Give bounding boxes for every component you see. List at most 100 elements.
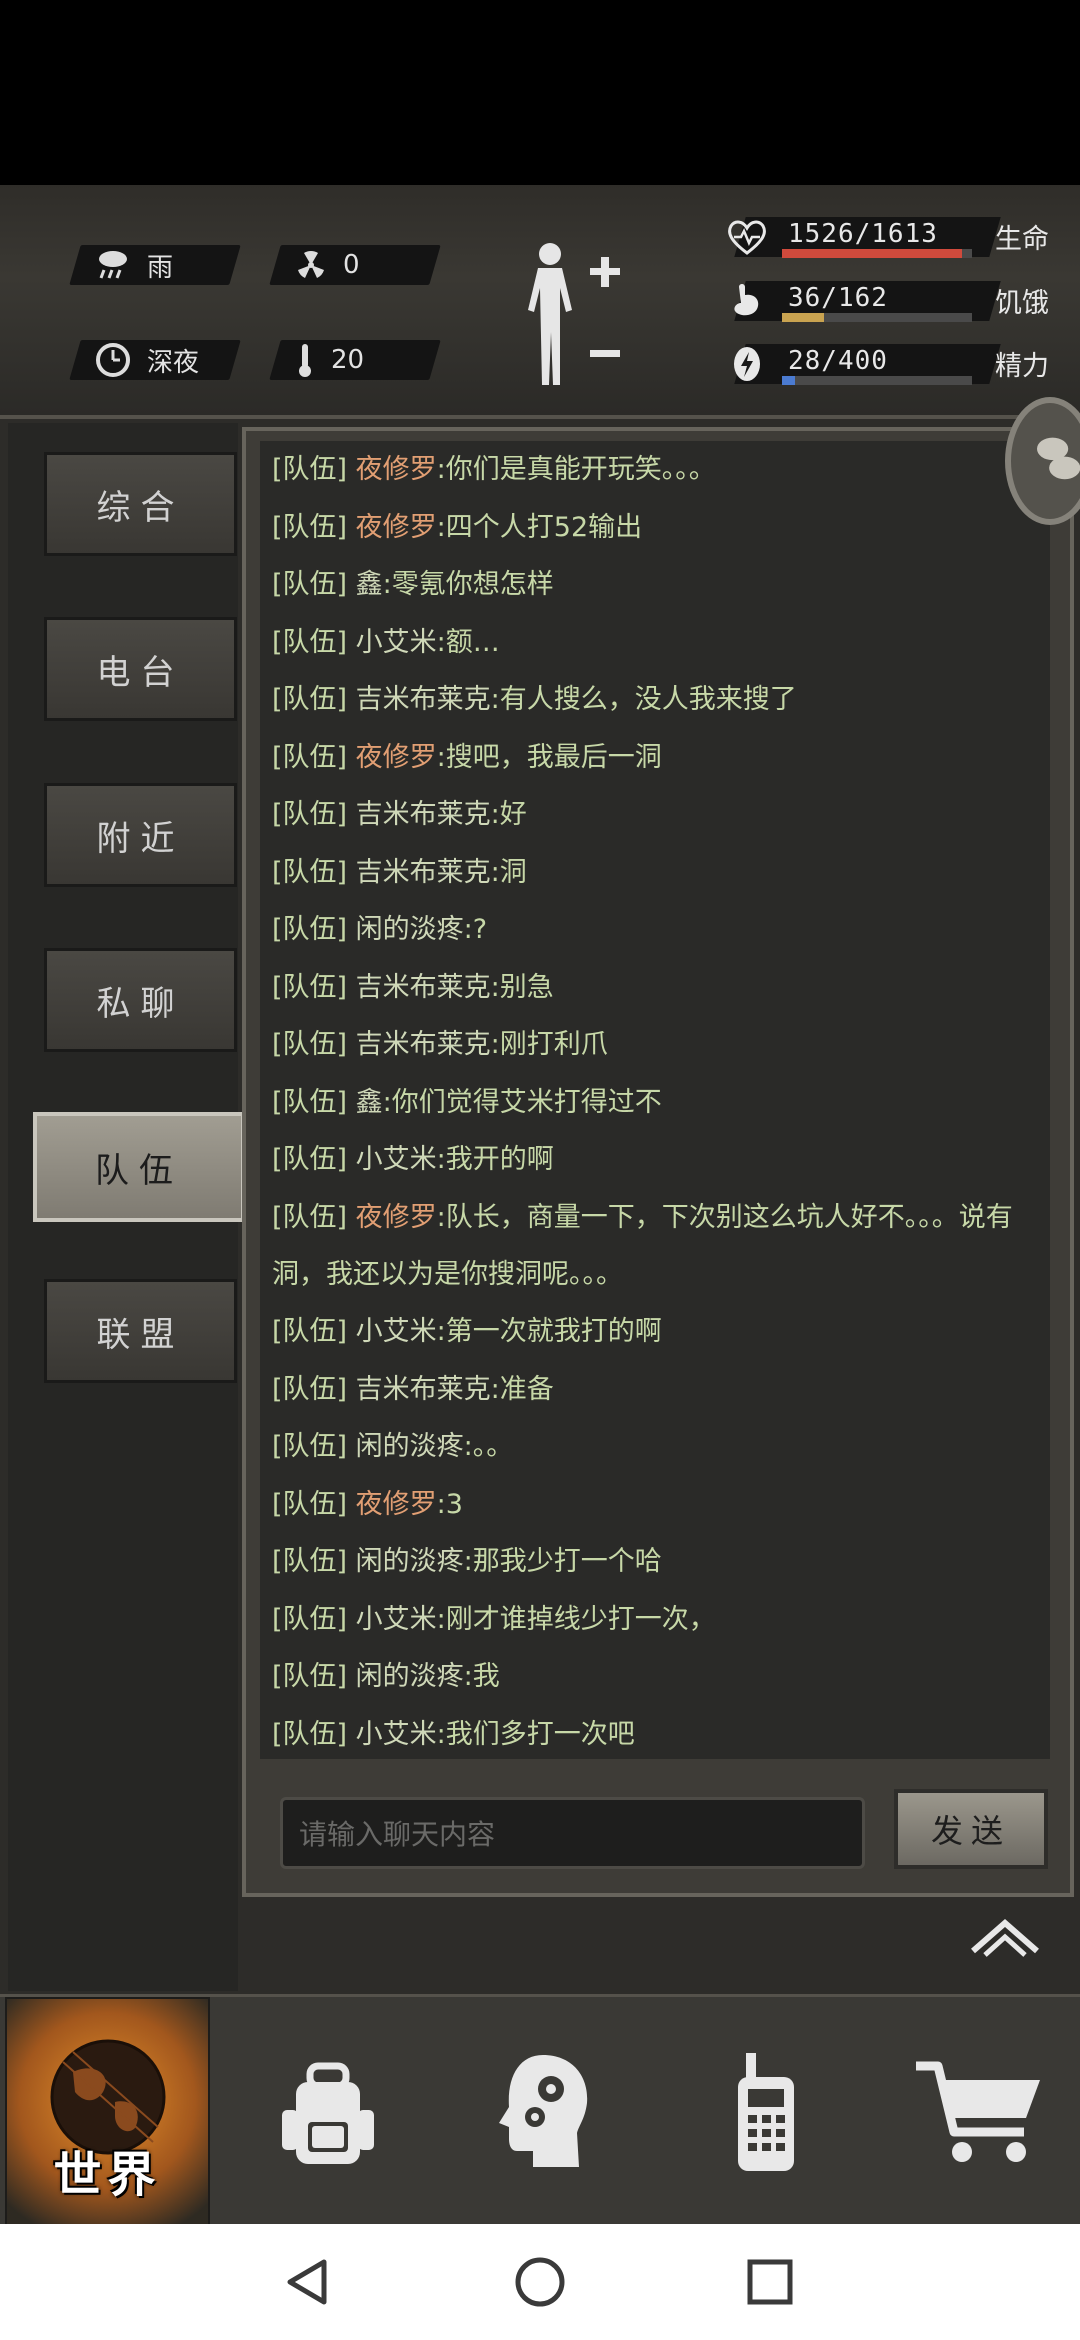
skills-head-icon [498,2055,587,2167]
message-text: :你们觉得艾米打得过不 [382,1086,662,1118]
back-icon[interactable] [280,2254,336,2310]
nav-shop[interactable] [875,1997,1080,2227]
backpack-icon [281,2062,374,2164]
message-text: :第一次就我打的啊 [436,1316,662,1347]
rain-icon [99,251,127,279]
tab-nearby[interactable]: 附近 [44,783,237,887]
channel-tag: [队伍] [272,1201,348,1233]
thermometer-icon [299,344,311,377]
chat-message: [队伍] 小艾米:第一次就我打的啊 [272,1303,1050,1360]
message-text: :3 [436,1488,463,1520]
chat-message: [队伍] 吉米布莱克:好 [272,786,1050,843]
sender-name[interactable]: 鑫 [356,569,383,600]
sender-name[interactable]: 夜修罗 [356,1489,437,1520]
radiation-icon [298,250,324,278]
sender-name[interactable]: 吉米布莱克 [356,1374,491,1405]
clock-icon [96,343,130,377]
message-text: :刚打利爪 [490,1029,608,1060]
recents-icon[interactable] [742,2254,798,2310]
message-text: :四个人打52输出 [436,511,643,543]
health-bar [782,249,962,258]
health-label: 生命 [995,224,1049,255]
chat-message: [队伍] 闲的淡疼:那我少打一个哈 [272,1533,1050,1590]
walkie-talkie-icon [737,2053,794,2171]
collapse-up-icon[interactable] [965,1911,1045,1961]
channel-tag: [队伍] [272,454,348,485]
sender-name[interactable]: 吉米布莱克 [356,972,491,1003]
sender-name[interactable]: 闲的淡疼 [356,914,464,945]
message-text: :? [463,914,488,945]
nav-skills[interactable] [438,1997,643,2227]
temperature-indicator: 20 [269,340,441,380]
message-text: :搜吧，我最后一洞 [436,741,662,773]
nav-backpack[interactable] [225,1997,430,2227]
chat-message: [队伍] 吉米布莱克:刚打利爪 [272,1016,1050,1073]
sender-name[interactable]: 夜修罗 [356,1202,437,1233]
chat-message: [队伍] 鑫:你们觉得艾米打得过不 [272,1074,1050,1131]
chat-message: [队伍] 吉米布莱克:有人搜么，没人我来搜了 [272,671,1050,728]
channel-tag: [队伍] [272,684,348,715]
channel-tag: [队伍] [272,1086,348,1118]
chat-message: [队伍] 夜修罗:队长，商量一下，下次别这么坑人好不。。。说有洞，我还以为是你搜… [272,1189,1050,1303]
home-icon[interactable] [512,2254,568,2310]
sender-name[interactable]: 闲的淡疼 [356,1431,464,1462]
channel-tag: [队伍] [272,1488,348,1520]
body-status-icon[interactable] [520,240,630,390]
sender-name[interactable]: 闲的淡疼 [356,1661,464,1692]
tab-radio[interactable]: 电台 [44,617,237,721]
tab-alliance[interactable]: 联盟 [44,1279,237,1383]
hunger-label: 饥饿 [995,288,1049,319]
channel-tag: [队伍] [272,1144,348,1175]
heart-icon [728,220,766,255]
sender-name[interactable]: 吉米布莱克 [356,1029,491,1060]
channel-tag: [队伍] [272,1029,348,1060]
message-text: :零氪你想怎样 [382,569,554,600]
radiation-indicator: 0 [269,245,441,285]
status-bar-area [0,0,1080,185]
chat-message: [队伍] 吉米布莱克:别急 [272,959,1050,1016]
sender-name[interactable]: 鑫 [356,1087,383,1118]
nav-radio[interactable] [663,1997,868,2227]
system-nav-bar [0,2224,1080,2340]
message-text: :有人搜么，没人我来搜了 [490,684,797,715]
sender-name[interactable]: 闲的淡疼 [356,1546,464,1577]
tab-team[interactable]: 队伍 [33,1112,245,1222]
radiation-value: 0 [343,250,360,280]
channel-tag: [队伍] [272,1718,348,1750]
message-list[interactable]: [队伍] 夜修罗:你们是真能开玩笑。。。 [队伍] 夜修罗:四个人打52输出 [队伍… [260,441,1050,1759]
sender-name[interactable]: 小艾米 [356,1144,437,1175]
chat-box: [队伍] 夜修罗:你们是真能开玩笑。。。 [队伍] 夜修罗:四个人打52输出 [队伍… [242,427,1074,1897]
sender-name[interactable]: 小艾米 [356,627,437,658]
chat-message: [队伍] 小艾米:额… [272,614,1050,671]
chat-input[interactable]: 请输入聊天内容 [280,1797,865,1869]
chat-message: [队伍] 吉米布莱克:洞 [272,844,1050,901]
temperature-value: 20 [331,345,365,375]
chat-message: [队伍] 闲的淡疼:。。 [272,1418,1050,1475]
status-header: 雨 0 深夜 20 1526/1613 生命 36/162 饥饿 28/400 … [0,185,1080,419]
chat-panel: 综合 电台 附近 私聊 队伍 联盟 [队伍] 夜修罗:你们是真能开玩笑。。。 [队… [0,397,1080,1994]
channel-tag: [队伍] [272,1316,348,1347]
weather-indicator: 雨 [69,245,241,285]
hunger-bar [782,313,825,322]
send-button[interactable]: 发送 [894,1789,1048,1869]
chat-message: [队伍] 鑫:零氪你想怎样 [272,556,1050,613]
channel-tag: [队伍] [272,971,348,1003]
message-text: :。。 [463,1431,514,1462]
channel-tag: [队伍] [272,511,348,543]
message-text: :你们是真能开玩笑。。。 [436,454,716,485]
tab-general[interactable]: 综合 [44,452,237,556]
sender-name[interactable]: 吉米布莱克 [356,857,491,888]
sender-name[interactable]: 夜修罗 [356,742,437,773]
sender-name[interactable]: 吉米布莱克 [356,684,491,715]
sender-name[interactable]: 小艾米 [356,1316,437,1347]
nav-world[interactable]: 世界 [5,1997,210,2227]
sender-name[interactable]: 小艾米 [356,1719,437,1750]
channel-tag: [队伍] [272,626,348,658]
sender-name[interactable]: 小艾米 [356,1604,437,1635]
sender-name[interactable]: 夜修罗 [356,512,437,543]
energy-stat: 28/400 精力 [725,340,1065,386]
sender-name[interactable]: 夜修罗 [356,454,437,485]
tab-private[interactable]: 私聊 [44,948,237,1052]
chat-message: [队伍] 夜修罗:搜吧，我最后一洞 [272,729,1050,786]
sender-name[interactable]: 吉米布莱克 [356,799,491,830]
